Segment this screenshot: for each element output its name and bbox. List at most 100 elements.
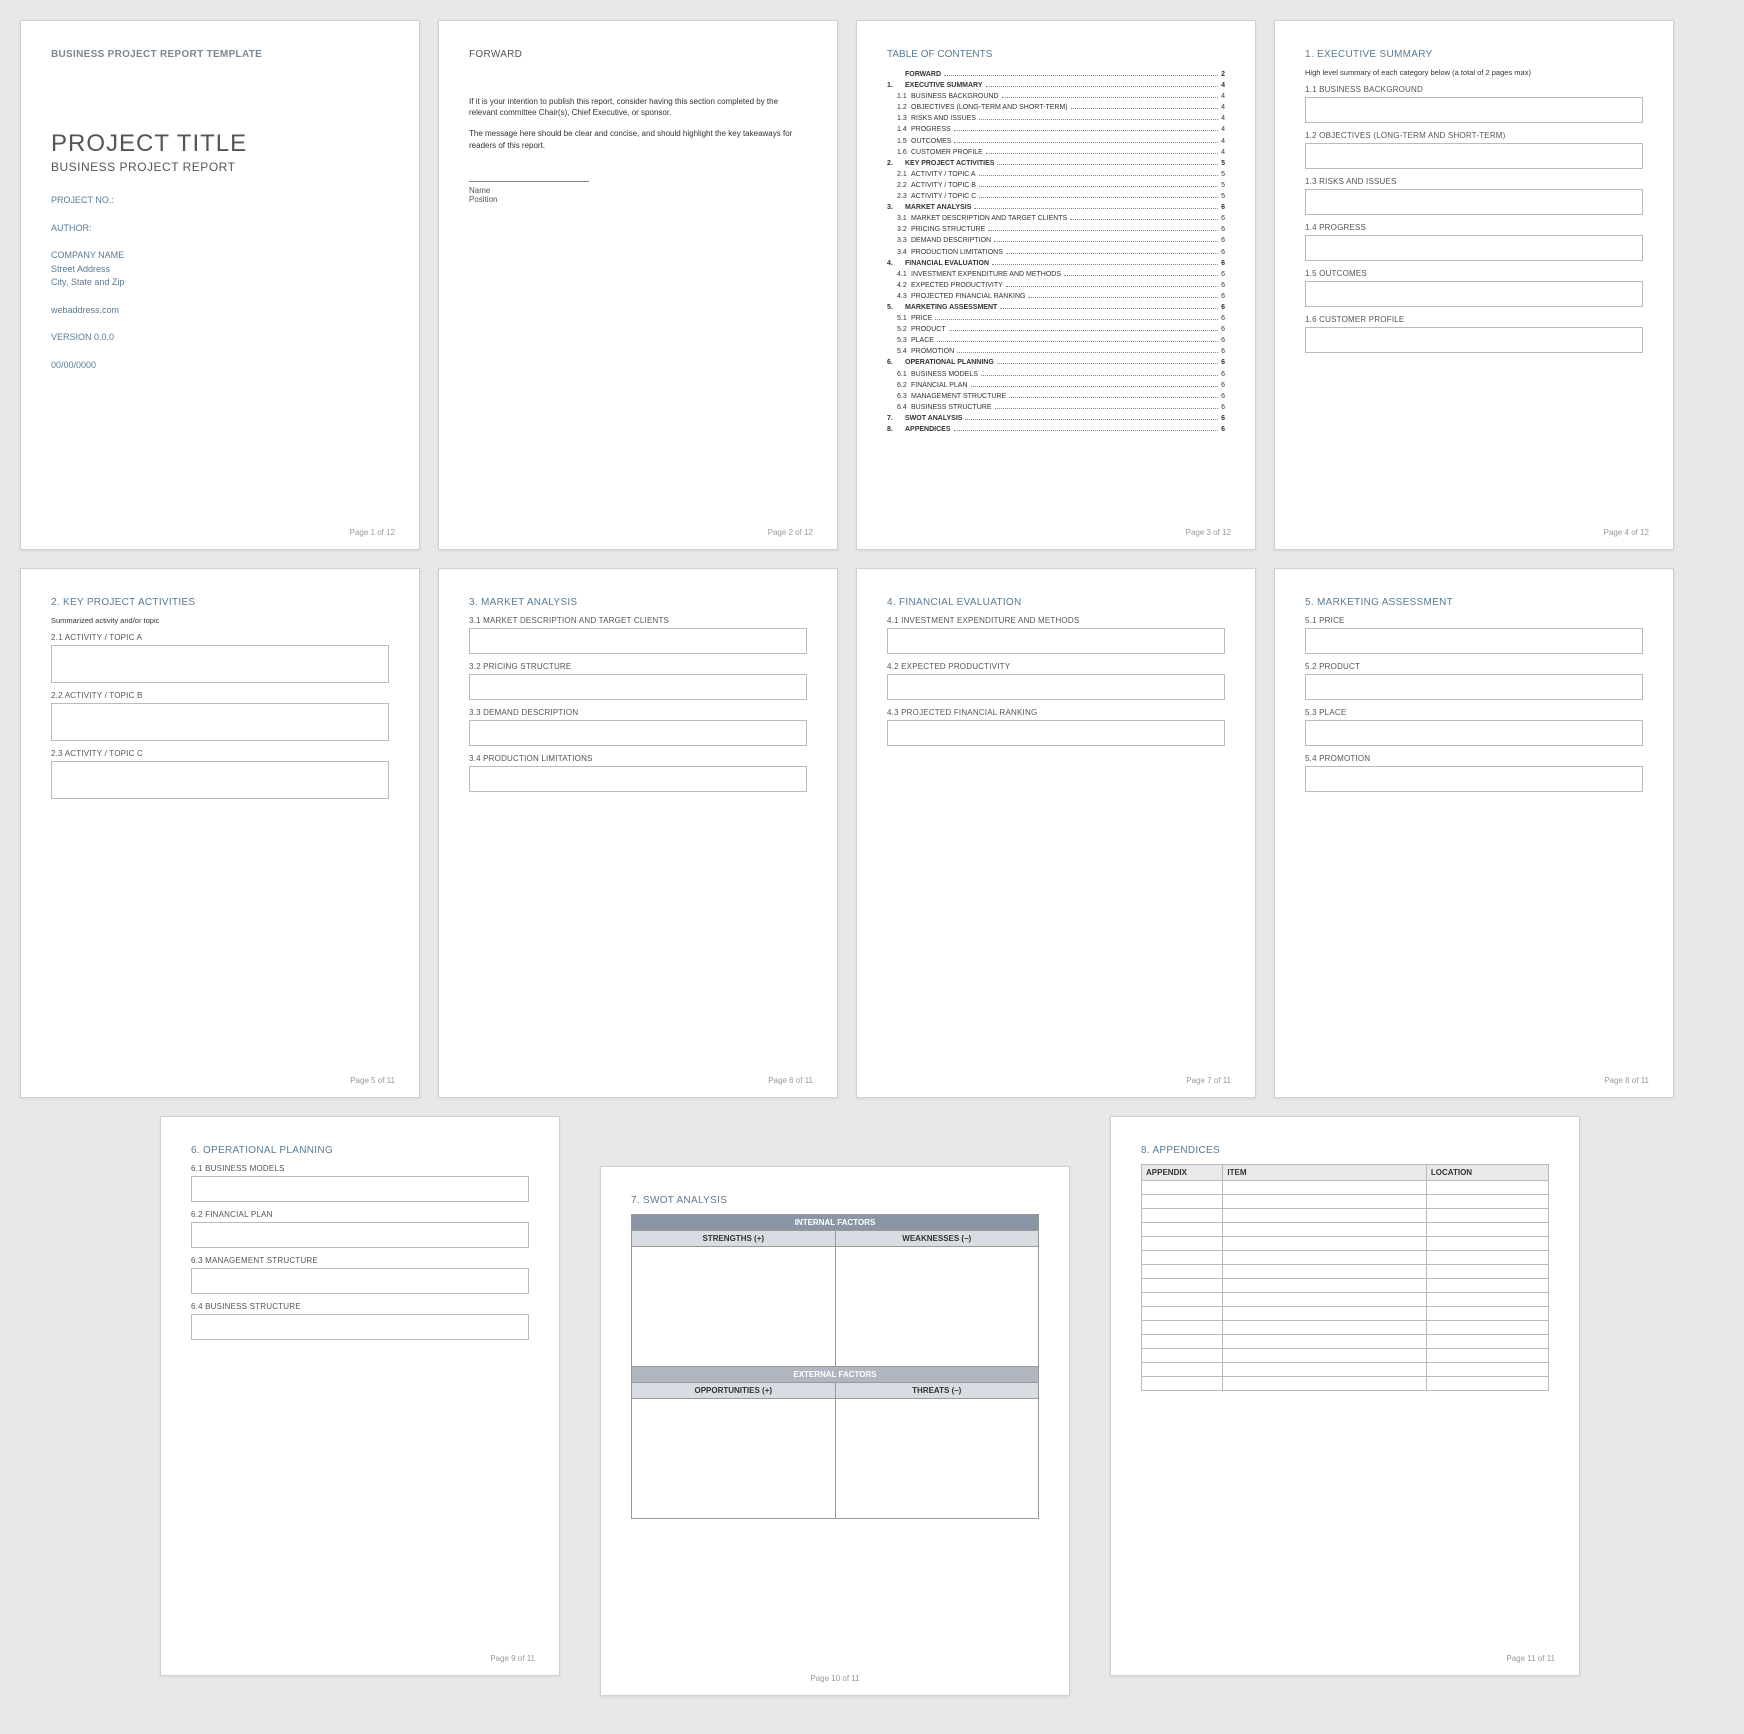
input-box[interactable]	[1305, 189, 1643, 215]
toc-line: 1.4PROGRESS4	[887, 125, 1225, 134]
op-s3: 6.3 MANAGEMENT STRUCTURE	[191, 1256, 529, 1265]
toc-line: 4.FINANCIAL EVALUATION6	[887, 259, 1225, 268]
financial-heading: 4. FINANCIAL EVALUATION	[887, 597, 1225, 608]
toc-line: 6.4BUSINESS STRUCTURE6	[887, 403, 1225, 412]
input-box[interactable]	[1305, 674, 1643, 700]
page-footer: Page 11 of 11	[1506, 1654, 1555, 1663]
input-box[interactable]	[1305, 97, 1643, 123]
toc-line: 3.3DEMAND DESCRIPTION6	[887, 236, 1225, 245]
input-box[interactable]	[191, 1176, 529, 1202]
table-row[interactable]	[1142, 1349, 1549, 1363]
input-box[interactable]	[51, 761, 389, 799]
page-footer: Page 8 of 11	[1604, 1076, 1649, 1085]
swot-cell[interactable]	[632, 1247, 836, 1367]
toc-line: 5.3PLACE6	[887, 336, 1225, 345]
input-box[interactable]	[191, 1222, 529, 1248]
page-exec-summary: 1. EXECUTIVE SUMMARY High level summary …	[1274, 20, 1674, 550]
swot-table: INTERNAL FACTORS STRENGTHS (+) WEAKNESSE…	[631, 1214, 1039, 1519]
activity-c: 2.3 ACTIVITY / TOPIC C	[51, 749, 389, 758]
swot-cell[interactable]	[632, 1399, 836, 1519]
signer-position: Position	[469, 195, 807, 204]
exec-sub-4: 1.4 PROGRESS	[1305, 223, 1643, 232]
marketing-heading: 5. MARKETING ASSESSMENT	[1305, 597, 1643, 608]
fin-s1: 4.1 INVESTMENT EXPENDITURE AND METHODS	[887, 616, 1225, 625]
page-footer: Page 4 of 12	[1604, 528, 1649, 537]
table-row[interactable]	[1142, 1223, 1549, 1237]
author-label: AUTHOR:	[51, 222, 389, 236]
table-row[interactable]	[1142, 1209, 1549, 1223]
table-row[interactable]	[1142, 1321, 1549, 1335]
input-box[interactable]	[1305, 235, 1643, 261]
apx-col-item: ITEM	[1223, 1165, 1427, 1181]
table-row[interactable]	[1142, 1237, 1549, 1251]
table-row[interactable]	[1142, 1377, 1549, 1391]
input-box[interactable]	[1305, 628, 1643, 654]
page-footer: Page 3 of 12	[1186, 528, 1231, 537]
toc-line: 6.1BUSINESS MODELS6	[887, 370, 1225, 379]
forward-p1: If it is your intention to publish this …	[469, 96, 807, 118]
exec-sub-5: 1.5 OUTCOMES	[1305, 269, 1643, 278]
page-footer: Page 5 of 11	[350, 1076, 395, 1085]
page-operational: 6. OPERATIONAL PLANNING 6.1 BUSINESS MOD…	[160, 1116, 560, 1676]
version: VERSION 0.0.0	[51, 331, 389, 345]
table-row[interactable]	[1142, 1293, 1549, 1307]
page-financial: 4. FINANCIAL EVALUATION 4.1 INVESTMENT E…	[856, 568, 1256, 1098]
input-box[interactable]	[469, 674, 807, 700]
table-row[interactable]	[1142, 1335, 1549, 1349]
toc-line: FORWARD2	[887, 70, 1225, 79]
exec-heading: 1. EXECUTIVE SUMMARY	[1305, 49, 1643, 60]
page-swot: 7. SWOT ANALYSIS INTERNAL FACTORS STRENG…	[600, 1166, 1070, 1696]
appendices-heading: 8. APPENDICES	[1141, 1145, 1549, 1156]
swot-cell[interactable]	[835, 1399, 1039, 1519]
page-cover: BUSINESS PROJECT REPORT TEMPLATE PROJECT…	[20, 20, 420, 550]
input-box[interactable]	[1305, 720, 1643, 746]
market-heading: 3. MARKET ANALYSIS	[469, 597, 807, 608]
input-box[interactable]	[51, 645, 389, 683]
toc-line: 1.5OUTCOMES4	[887, 137, 1225, 146]
input-box[interactable]	[51, 703, 389, 741]
input-box[interactable]	[469, 766, 807, 792]
toc-line: 4.3PROJECTED FINANCIAL RANKING6	[887, 292, 1225, 301]
swot-strengths: STRENGTHS (+)	[632, 1231, 836, 1247]
toc-line: 5.2PRODUCT6	[887, 325, 1225, 334]
table-row[interactable]	[1142, 1251, 1549, 1265]
toc-line: 7.SWOT ANALYSIS6	[887, 414, 1225, 423]
page-appendices: 8. APPENDICES APPENDIX ITEM LOCATION Pag…	[1110, 1116, 1580, 1676]
toc-line: 3.1MARKET DESCRIPTION AND TARGET CLIENTS…	[887, 214, 1225, 223]
toc-line: 3.MARKET ANALYSIS6	[887, 203, 1225, 212]
signature-line	[469, 181, 589, 182]
input-box[interactable]	[191, 1268, 529, 1294]
web-address: webaddress.com	[51, 304, 389, 318]
input-box[interactable]	[469, 720, 807, 746]
table-row[interactable]	[1142, 1181, 1549, 1195]
appendix-table: APPENDIX ITEM LOCATION	[1141, 1164, 1549, 1391]
input-box[interactable]	[1305, 281, 1643, 307]
table-row[interactable]	[1142, 1307, 1549, 1321]
input-box[interactable]	[191, 1314, 529, 1340]
table-row[interactable]	[1142, 1265, 1549, 1279]
input-box[interactable]	[1305, 766, 1643, 792]
input-box[interactable]	[887, 720, 1225, 746]
toc-line: 1.3RISKS AND ISSUES4	[887, 114, 1225, 123]
toc-line: 6.3MANAGEMENT STRUCTURE6	[887, 392, 1225, 401]
project-title: PROJECT TITLE	[51, 130, 389, 158]
input-box[interactable]	[1305, 143, 1643, 169]
page-footer: Page 6 of 11	[768, 1076, 813, 1085]
exec-sub-2: 1.2 OBJECTIVES (LONG-TERM AND SHORT-TERM…	[1305, 131, 1643, 140]
input-box[interactable]	[469, 628, 807, 654]
input-box[interactable]	[887, 628, 1225, 654]
toc-line: 5.MARKETING ASSESSMENT6	[887, 303, 1225, 312]
input-box[interactable]	[1305, 327, 1643, 353]
company-block: COMPANY NAME Street Address City, State …	[51, 249, 389, 290]
page-marketing: 5. MARKETING ASSESSMENT 5.1 PRICE 5.2 PR…	[1274, 568, 1674, 1098]
apx-col-appendix: APPENDIX	[1142, 1165, 1223, 1181]
market-s3: 3.3 DEMAND DESCRIPTION	[469, 708, 807, 717]
swot-cell[interactable]	[835, 1247, 1039, 1367]
table-row[interactable]	[1142, 1279, 1549, 1293]
toc-line: 2.2ACTIVITY / TOPIC B5	[887, 181, 1225, 190]
table-row[interactable]	[1142, 1195, 1549, 1209]
input-box[interactable]	[887, 674, 1225, 700]
activities-note: Summarized activity and/or topic	[51, 616, 389, 625]
table-row[interactable]	[1142, 1363, 1549, 1377]
swot-heading: 7. SWOT ANALYSIS	[631, 1195, 1039, 1206]
